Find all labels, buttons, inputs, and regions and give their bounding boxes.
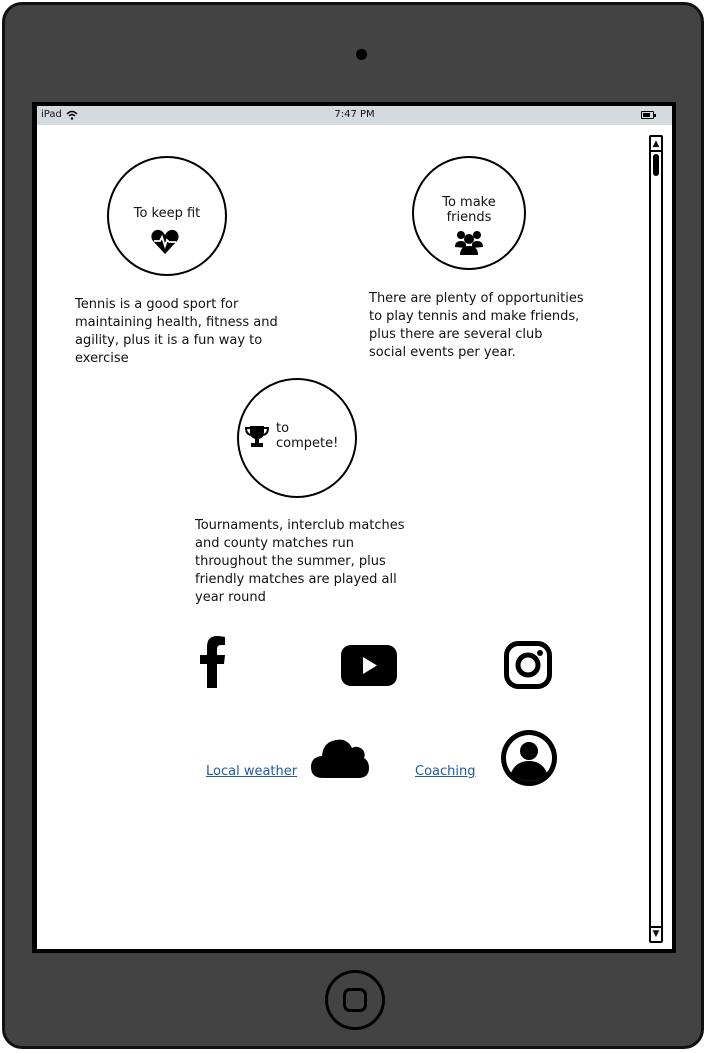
reason-keep-fit-title: To keep fit [133,206,201,221]
local-weather-link[interactable]: Local weather [206,764,297,779]
scroll-down-arrow-icon[interactable]: ▼ [651,926,661,940]
trophy-icon [245,426,269,447]
heartbeat-icon [151,229,179,254]
battery-icon [641,111,656,119]
home-button[interactable] [325,970,385,1030]
scroll-thumb[interactable] [653,154,659,176]
coaching-link[interactable]: Coaching [415,764,476,779]
reason-make-friends-description: There are plenty of opportunities to pla… [369,291,584,360]
home-button-icon [343,988,367,1012]
reason-keep-fit-description: Tennis is a good sport for maintaining h… [75,297,278,366]
facebook-icon[interactable] [200,636,226,688]
cloud-icon [311,739,369,778]
status-time: 7:47 PM [334,109,375,120]
status-bar: iPad 7:47 PM [37,106,672,125]
camera-dot [356,49,367,60]
instagram-icon[interactable] [504,641,552,689]
screen: iPad 7:47 PM To keep fit Tennis is a goo… [32,102,676,953]
users-icon [455,231,483,255]
reason-make-friends-title: To make friends [442,195,496,225]
reason-compete-description: Tournaments, interclub matches and count… [195,518,405,605]
scroll-up-arrow-icon[interactable]: ▲ [651,138,661,152]
vertical-scrollbar[interactable]: ▲ ▼ [649,135,663,943]
reason-compete-title: to compete! [276,421,339,451]
youtube-icon[interactable] [341,645,397,686]
user-circle-icon[interactable] [500,729,558,787]
screen-content: iPad 7:47 PM To keep fit Tennis is a goo… [37,106,672,949]
